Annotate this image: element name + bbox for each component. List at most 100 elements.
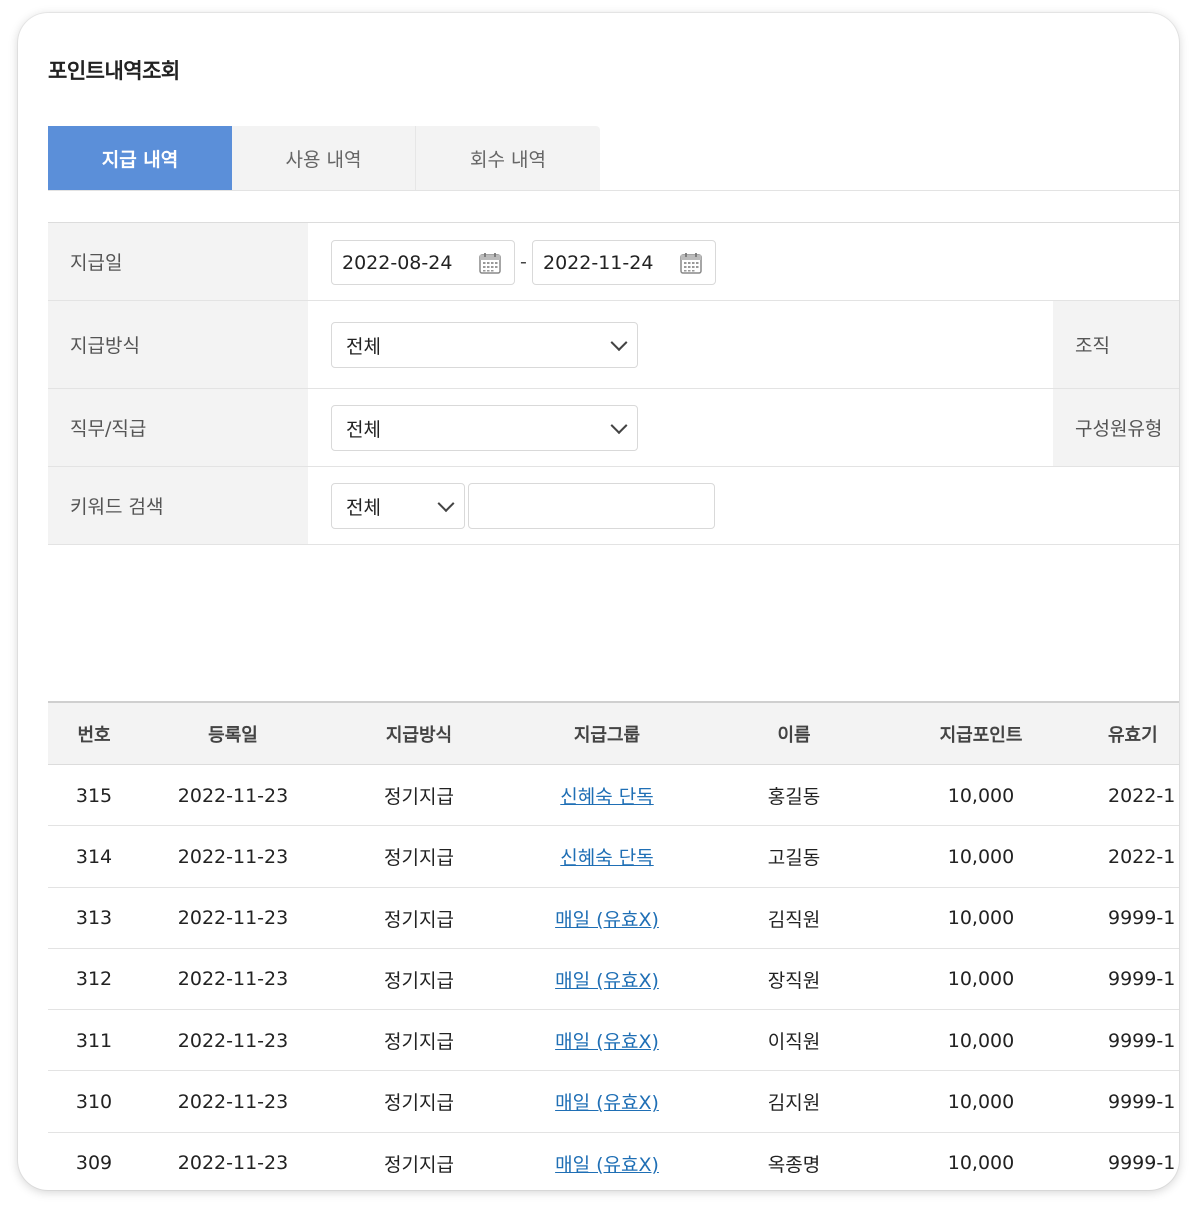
cell-points: 10,000 [947,784,1015,807]
calendar-icon[interactable] [679,251,703,275]
pay-method-label: 지급방식 [48,301,308,388]
column-header-points: 지급포인트 [939,725,1023,746]
filter-row-pay-date: 지급일 2022-08-24 - 2022-11-24 [48,223,1179,301]
table-row: 313 2022-11-23 정기지급 매일 (유효X) 김직원 10,000 9999-1 [48,888,1179,949]
cell-name: 김지원 [767,1092,821,1115]
column-header-name: 이름 [777,725,811,746]
cell-date: 2022-11-23 [177,907,289,930]
cell-validity: 9999-1 [1108,907,1176,930]
cell-date: 2022-11-23 [177,1152,289,1175]
cell-points: 10,000 [947,968,1015,991]
job-value: 전체 [346,418,381,441]
cell-method: 정기지급 [384,1031,454,1054]
points-history-panel: 포인트내역조회 지급 내역 사용 내역 회수 내역 지급일 2022-08-24 [18,13,1179,1190]
column-header-date: 등록일 [208,725,258,746]
cell-points: 10,000 [947,907,1015,930]
cell-points: 10,000 [947,1152,1015,1175]
cell-points: 10,000 [947,845,1015,868]
search-filter-form: 지급일 2022-08-24 - 2022-11-24 지급방식 전체 조직 직… [48,222,1179,545]
column-header-method: 지급방식 [385,725,453,746]
cell-name: 이직원 [767,1031,821,1054]
filter-row-pay-method: 지급방식 전체 조직 [48,301,1179,389]
cell-name: 홍길동 [767,786,821,808]
cell-validity: 9999-1 [1108,1029,1176,1052]
cell-validity: 2022-1 [1108,845,1176,868]
cell-validity: 2022-1 [1108,784,1176,807]
tab-bar: 지급 내역 사용 내역 회수 내역 [48,126,600,190]
pay-date-from-input[interactable]: 2022-08-24 [331,240,515,285]
filter-row-job: 직무/직급 전체 구성원유형 [48,389,1179,467]
cell-group-link[interactable]: 매일 (유효X) [512,1133,702,1190]
cell-date: 2022-11-23 [177,1029,289,1052]
cell-validity: 9999-1 [1108,1090,1176,1113]
cell-name: 장직원 [767,969,821,992]
filter-row-keyword: 키워드 검색 전체 [48,467,1179,545]
cell-no: 310 [75,1090,113,1113]
chevron-down-icon [437,495,455,513]
pay-method-value: 전체 [346,335,381,358]
cell-date: 2022-11-23 [177,845,289,868]
chevron-down-icon [610,334,628,352]
column-header-no: 번호 [77,725,111,746]
cell-method: 정기지급 [384,908,454,931]
page-title: 포인트내역조회 [48,59,180,83]
job-select[interactable]: 전체 [331,405,638,451]
cell-no: 309 [75,1152,113,1175]
cell-method: 정기지급 [384,1092,454,1115]
cell-date: 2022-11-23 [177,784,289,807]
tab-payment-history[interactable]: 지급 내역 [48,126,232,190]
cell-date: 2022-11-23 [177,1090,289,1113]
table-body: 315 2022-11-23 정기지급 신혜숙 단독 홍길동 10,000 2022-1 31… [48,765,1179,1190]
tab-divider [48,190,1179,191]
cell-no: 312 [75,968,113,991]
pay-date-to-input[interactable]: 2022-11-24 [532,240,716,285]
cell-method: 정기지급 [384,847,454,870]
column-header-validity: 유효기 [1108,725,1158,746]
cell-name: 고길동 [767,847,821,870]
cell-no: 314 [75,845,113,868]
pay-date-from-value: 2022-08-24 [342,251,453,274]
pay-method-select[interactable]: 전체 [331,322,638,368]
table-row: 314 2022-11-23 정기지급 신혜숙 단독 고길동 10,000 2022-1 [48,826,1179,888]
keyword-scope-select[interactable]: 전체 [331,483,465,529]
cell-no: 311 [75,1029,113,1052]
date-range-separator: - [520,251,527,273]
cell-no: 313 [75,907,113,930]
job-label: 직무/직급 [48,389,308,466]
table-row: 311 2022-11-23 정기지급 매일 (유효X) 이직원 10,000 9999-1 [48,1010,1179,1072]
chevron-down-icon [610,417,628,435]
table-row: 315 2022-11-23 정기지급 신혜숙 단독 홍길동 10,000 2022-1 [48,765,1179,827]
column-header-group: 지급그룹 [573,725,641,746]
cell-group-link[interactable]: 매일 (유효X) [512,949,702,1010]
keyword-input[interactable] [468,483,715,529]
cell-group-link[interactable]: 신혜숙 단독 [512,826,702,887]
cell-name: 김직원 [767,908,821,931]
keyword-label: 키워드 검색 [48,467,308,544]
cell-group-link[interactable]: 매일 (유효X) [512,1010,702,1071]
keyword-scope-value: 전체 [346,496,381,519]
member-type-label: 구성원유형 [1053,389,1179,466]
cell-validity: 9999-1 [1108,968,1176,991]
points-table: 번호 등록일 지급방식 지급그룹 이름 지급포인트 유효기 315 2022-11… [48,701,1179,1190]
calendar-icon[interactable] [478,251,502,275]
table-row: 312 2022-11-23 정기지급 매일 (유효X) 장직원 10,000 9999-1 [48,949,1179,1011]
pay-date-label: 지급일 [48,223,308,300]
tab-usage-history[interactable]: 사용 내역 [232,126,416,190]
table-row: 310 2022-11-23 정기지급 매일 (유효X) 김지원 10,000 9999-1 [48,1071,1179,1133]
cell-no: 315 [75,784,113,807]
cell-group-link[interactable]: 신혜숙 단독 [512,765,702,826]
org-label: 조직 [1053,301,1179,388]
cell-points: 10,000 [947,1090,1015,1113]
cell-group-link[interactable]: 매일 (유효X) [512,888,702,949]
tab-recovery-history[interactable]: 회수 내역 [416,126,600,190]
table-header: 번호 등록일 지급방식 지급그룹 이름 지급포인트 유효기 [48,703,1179,765]
cell-method: 정기지급 [384,1153,454,1176]
table-row: 309 2022-11-23 정기지급 매일 (유효X) 옥종명 10,000 9999-1 [48,1133,1179,1190]
cell-method: 정기지급 [384,969,454,992]
cell-date: 2022-11-23 [177,968,289,991]
cell-validity: 9999-1 [1108,1152,1176,1175]
cell-name: 옥종명 [767,1153,821,1176]
cell-group-link[interactable]: 매일 (유효X) [512,1071,702,1132]
cell-method: 정기지급 [384,786,454,808]
pay-date-to-value: 2022-11-24 [543,251,654,274]
